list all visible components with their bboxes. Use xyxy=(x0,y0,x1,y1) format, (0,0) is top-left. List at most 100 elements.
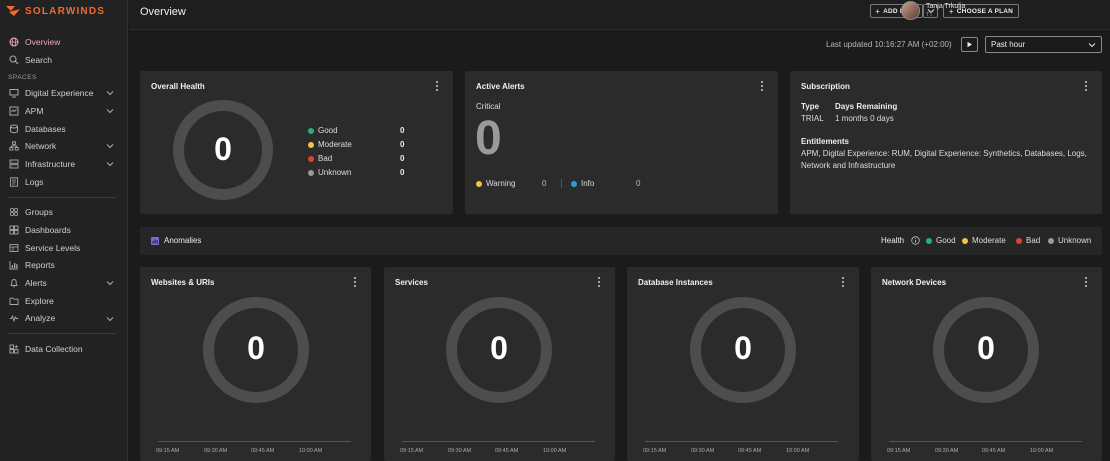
x-axis xyxy=(645,441,838,442)
legend-label: Unknown xyxy=(1058,236,1092,245)
more-options-icon[interactable] xyxy=(840,277,846,287)
sidebar-item-label: Search xyxy=(25,54,52,65)
anomalies-icon xyxy=(151,237,159,245)
sidebar-item-label: Logs xyxy=(25,176,44,187)
chevron-down-icon[interactable] xyxy=(106,89,114,97)
x-tick-label: 10:00 AM xyxy=(1030,448,1054,454)
legend-unknown: Unknown xyxy=(308,168,351,177)
sidebar-item-label: Digital Experience xyxy=(25,88,94,99)
sidebar-item-label: APM xyxy=(25,105,44,116)
sidebar: SOLARWINDS Overview Search SPACES Digita… xyxy=(0,0,128,461)
sidebar-item-service-levels[interactable]: Service Levels xyxy=(0,239,128,257)
sidebar-item-label: Reports xyxy=(25,260,55,271)
brand-name: SOLARWINDS xyxy=(25,5,106,17)
time-range-value: Past hour xyxy=(991,40,1026,49)
sidebar-item-dashboards[interactable]: Dashboards xyxy=(0,221,128,239)
critical-count[interactable]: 0 xyxy=(475,111,502,167)
sidebar-item-label: Service Levels xyxy=(25,242,81,253)
sidebar-item-label: Infrastructure xyxy=(25,158,76,169)
x-tick-label: 09:30 AM xyxy=(204,448,228,454)
sidebar-item-alerts[interactable]: Alerts xyxy=(0,274,128,292)
more-options-icon[interactable] xyxy=(596,277,602,287)
entity-total-value: 0 xyxy=(977,330,995,366)
sidebar-item-label: Analyze xyxy=(25,313,56,324)
x-tick-label: 09:15 AM xyxy=(400,448,424,454)
chevron-down-icon[interactable] xyxy=(106,107,114,115)
avatar[interactable] xyxy=(901,1,920,20)
legend-bad: Bad xyxy=(308,154,332,163)
chevron-down-icon xyxy=(1088,43,1096,48)
user-name[interactable]: Tanja Trkulja xyxy=(926,3,965,10)
more-options-icon[interactable] xyxy=(434,81,440,91)
more-options-icon[interactable] xyxy=(1083,277,1089,287)
play-button[interactable] xyxy=(961,37,978,52)
critical-label: Critical xyxy=(476,102,501,111)
unknown-dot-icon xyxy=(1048,237,1054,244)
sidebar-item-groups[interactable]: Groups xyxy=(0,204,128,222)
sidebar-item-label: Overview xyxy=(25,36,61,47)
anomalies-bar: Anomalies Health Good Moderate Bad Unkno… xyxy=(140,227,1102,255)
sidebar-item-overview[interactable]: Overview xyxy=(0,33,128,51)
sidebar-item-digital-experience[interactable]: Digital Experience xyxy=(0,84,128,102)
more-options-icon[interactable] xyxy=(1083,81,1089,91)
x-tick-label: 09:15 AM xyxy=(156,448,180,454)
moderate-dot-icon xyxy=(308,141,314,148)
groups-icon xyxy=(8,207,19,218)
spaces-section-label: SPACES xyxy=(8,74,37,82)
sidebar-item-label: Alerts xyxy=(25,278,47,289)
chevron-down-icon[interactable] xyxy=(106,315,114,323)
legend-bad-value: 0 xyxy=(400,154,405,163)
network-icon xyxy=(8,141,19,152)
warning-count: 0 xyxy=(542,179,547,188)
more-options-icon[interactable] xyxy=(352,277,358,287)
card-title: Subscription xyxy=(801,82,850,91)
chevron-down-icon[interactable] xyxy=(106,142,114,150)
unknown-dot-icon xyxy=(308,169,314,176)
x-tick-label: 09:15 AM xyxy=(643,448,667,454)
days-remaining-label: Days Remaining xyxy=(835,102,898,111)
info-icon[interactable] xyxy=(911,236,920,245)
sidebar-item-apm[interactable]: APM xyxy=(0,102,128,120)
sidebar-item-data-collection[interactable]: Data Collection xyxy=(0,340,128,358)
x-tick-label: 09:45 AM xyxy=(251,448,275,454)
chevron-down-icon[interactable] xyxy=(106,160,114,168)
sidebar-item-logs[interactable]: Logs xyxy=(0,173,128,191)
anomaly-legend-bad: Bad xyxy=(1016,236,1040,245)
sidebar-item-label: Groups xyxy=(25,207,53,218)
sidebar-divider xyxy=(8,333,116,335)
sidebar-divider xyxy=(8,196,116,198)
sidebar-item-analyze[interactable]: Analyze xyxy=(0,310,128,328)
sidebar-item-network[interactable]: Network xyxy=(0,137,128,155)
monitor-icon xyxy=(8,88,19,99)
info-legend[interactable]: Info xyxy=(571,179,594,188)
network-devices-card: Network Devices 0 09:15 AM 09:30 AM 09:4… xyxy=(871,267,1102,461)
good-dot-icon xyxy=(308,127,314,134)
good-dot-icon xyxy=(926,237,932,244)
sidebar-item-infrastructure[interactable]: Infrastructure xyxy=(0,155,128,173)
data-collection-icon xyxy=(8,344,19,355)
more-options-icon[interactable] xyxy=(759,81,765,91)
x-axis xyxy=(158,441,351,442)
entity-total-value: 0 xyxy=(490,330,508,366)
card-title: Network Devices xyxy=(882,278,947,287)
x-axis xyxy=(402,441,595,442)
warning-legend[interactable]: Warning xyxy=(476,179,516,188)
sidebar-nav: Overview Search SPACES Digital Experienc… xyxy=(0,33,128,358)
chevron-down-icon[interactable] xyxy=(106,279,114,287)
sidebar-item-explore[interactable]: Explore xyxy=(0,292,128,310)
time-range-select[interactable]: Past hour xyxy=(985,36,1102,53)
sidebar-item-databases[interactable]: Databases xyxy=(0,120,128,138)
card-title: Database Instances xyxy=(638,278,713,287)
plus-icon: + xyxy=(875,6,881,16)
x-tick-label: 10:00 AM xyxy=(543,448,567,454)
play-icon xyxy=(967,41,972,48)
x-tick-label: 09:30 AM xyxy=(691,448,715,454)
entitlements-label: Entitlements xyxy=(801,137,850,146)
bad-dot-icon xyxy=(308,155,314,162)
sidebar-item-reports[interactable]: Reports xyxy=(0,257,128,275)
user-org: TT xyxy=(926,12,933,18)
brand-logo[interactable]: SOLARWINDS xyxy=(6,5,105,17)
sidebar-item-search[interactable]: Search xyxy=(0,51,128,69)
database-instances-card: Database Instances 0 09:15 AM 09:30 AM 0… xyxy=(627,267,859,461)
x-tick-label: 09:30 AM xyxy=(448,448,472,454)
